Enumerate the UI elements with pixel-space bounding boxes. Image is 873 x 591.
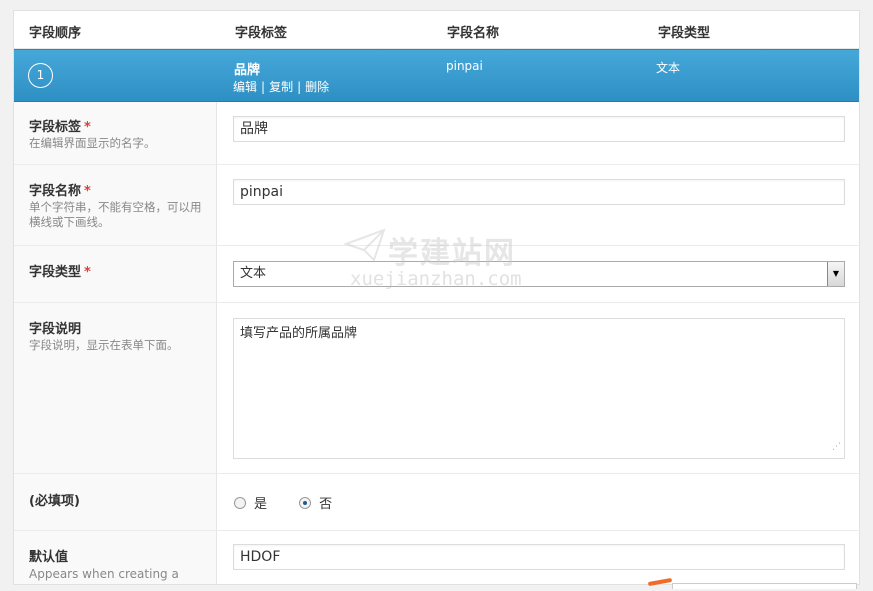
required-no-option[interactable]: 否: [299, 497, 332, 512]
separator: |: [261, 80, 266, 94]
row-desc: 字段说明，显示在表单下面。: [29, 338, 179, 352]
row-desc: Appears when creating a: [29, 567, 179, 581]
required-mark: *: [84, 265, 91, 280]
chevron-down-icon[interactable]: ▼: [827, 262, 844, 286]
separator: |: [297, 80, 302, 94]
row-title: (必填项): [29, 494, 80, 509]
field-summary-row[interactable]: 1 品牌 pinpai 文本 编辑 | 复制 | 删除: [14, 49, 859, 102]
column-headers: 字段顺序 字段标签 字段名称 字段类型: [14, 11, 859, 49]
row-title: 字段类型 *: [29, 265, 91, 280]
field-name-input[interactable]: pinpai: [233, 179, 845, 205]
field-summary-label[interactable]: 品牌: [234, 59, 260, 78]
field-actions: 编辑 | 复制 | 删除: [233, 78, 329, 95]
row-field-type: 字段类型 * 文本 ▼: [14, 246, 859, 303]
required-mark: *: [84, 120, 91, 135]
row-desc: 单个字符串，不能有空格，可以用横线或下画线。: [29, 200, 202, 229]
col-type: 字段类型: [658, 26, 711, 41]
row-title: 字段标签 *: [29, 120, 91, 135]
row-instructions: 字段说明 字段说明，显示在表单下面。 填写产品的所属品牌 ⋰: [14, 303, 859, 474]
field-editor-panel: 字段顺序 字段标签 字段名称 字段类型 1 品牌 pinpai 文本 编辑 | 复制…: [13, 10, 860, 585]
partial-element: [672, 583, 857, 589]
field-summary-name: pinpai: [446, 59, 483, 73]
field-summary-type: 文本: [656, 61, 681, 75]
field-order-badge[interactable]: 1: [28, 63, 53, 88]
field-type-select[interactable]: 文本 ▼: [233, 261, 845, 287]
row-required: (必填项) 是 否: [14, 474, 859, 531]
row-desc: 在编辑界面显示的名字。: [29, 136, 156, 150]
row-field-name: 字段名称 * 单个字符串，不能有空格，可以用横线或下画线。 pinpai: [14, 165, 859, 246]
row-field-label: 字段标签 * 在编辑界面显示的名字。 品牌: [14, 102, 859, 165]
field-type-value: 文本: [240, 266, 267, 281]
radio-no[interactable]: [299, 497, 312, 509]
required-yes-option[interactable]: 是: [234, 497, 267, 512]
default-value-input[interactable]: HDOF: [233, 544, 845, 570]
delete-link[interactable]: 删除: [305, 80, 329, 94]
col-name: 字段名称: [447, 26, 500, 41]
radio-yes[interactable]: [234, 497, 246, 509]
copy-link[interactable]: 复制: [269, 80, 293, 94]
col-label: 字段标签: [235, 26, 288, 41]
row-title: 默认值: [29, 550, 69, 565]
resize-handle-icon[interactable]: ⋰: [832, 438, 841, 456]
row-title: 字段说明: [29, 322, 82, 337]
required-radio-group: 是 否: [234, 493, 332, 512]
required-mark: *: [84, 184, 91, 199]
row-title: 字段名称 *: [29, 184, 91, 199]
col-order: 字段顺序: [29, 26, 82, 41]
edit-link[interactable]: 编辑: [233, 80, 257, 94]
row-default: 默认值 Appears when creating a HDOF: [14, 531, 859, 584]
instructions-textarea[interactable]: 填写产品的所属品牌 ⋰: [233, 318, 845, 459]
field-label-input[interactable]: 品牌: [233, 116, 845, 142]
